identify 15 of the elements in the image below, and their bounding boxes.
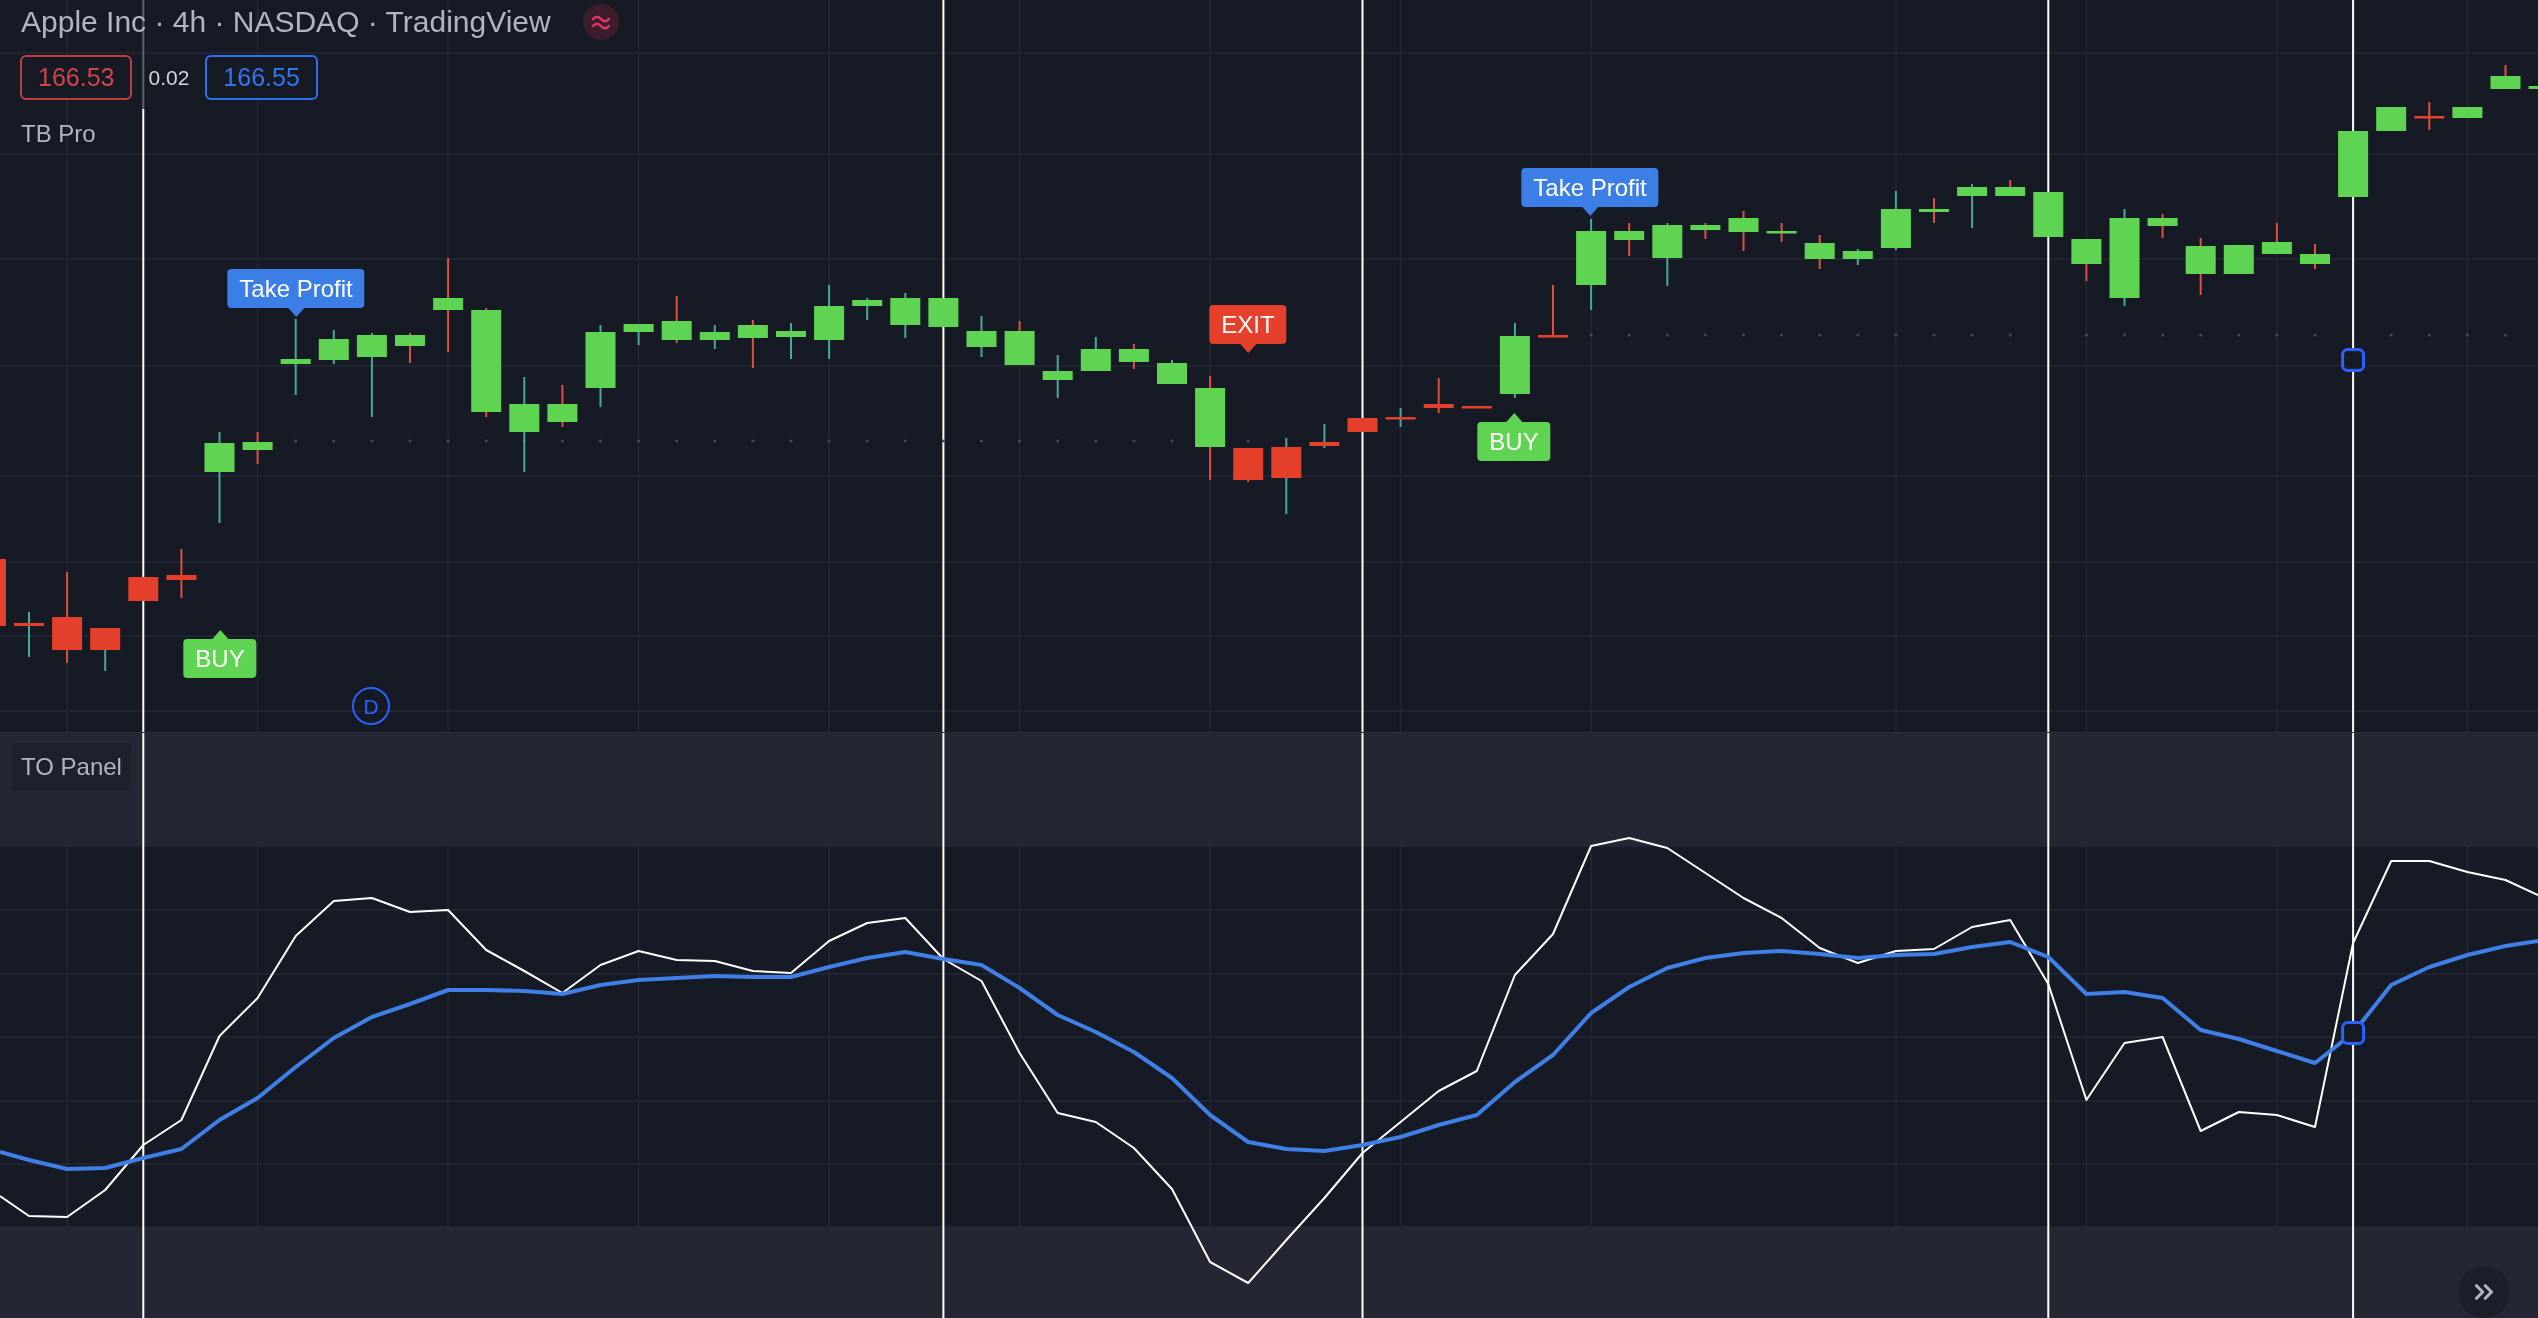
square-marker-icon (2341, 1021, 2366, 1045)
buy-signal-label: BUY (1477, 413, 1551, 461)
exit-signal-label: EXIT (1209, 305, 1287, 353)
chart-title: Apple Inc · 4h · NASDAQ · TradingView (21, 4, 551, 40)
take-profit-label: Take Profit (227, 269, 365, 317)
take-profit-label: Take Profit (1521, 168, 1659, 216)
wave-icon (582, 4, 619, 40)
indicator-title: TB Pro (21, 119, 96, 149)
bid-price: 166.53 (20, 55, 133, 100)
pane-title: TO Panel (12, 743, 131, 790)
buy-signal-label: BUY (183, 630, 257, 678)
spread-value: 0.02 (148, 64, 190, 91)
square-marker-icon (2341, 348, 2366, 372)
event-marker: D (352, 687, 390, 725)
ask-price: 166.55 (205, 55, 318, 100)
